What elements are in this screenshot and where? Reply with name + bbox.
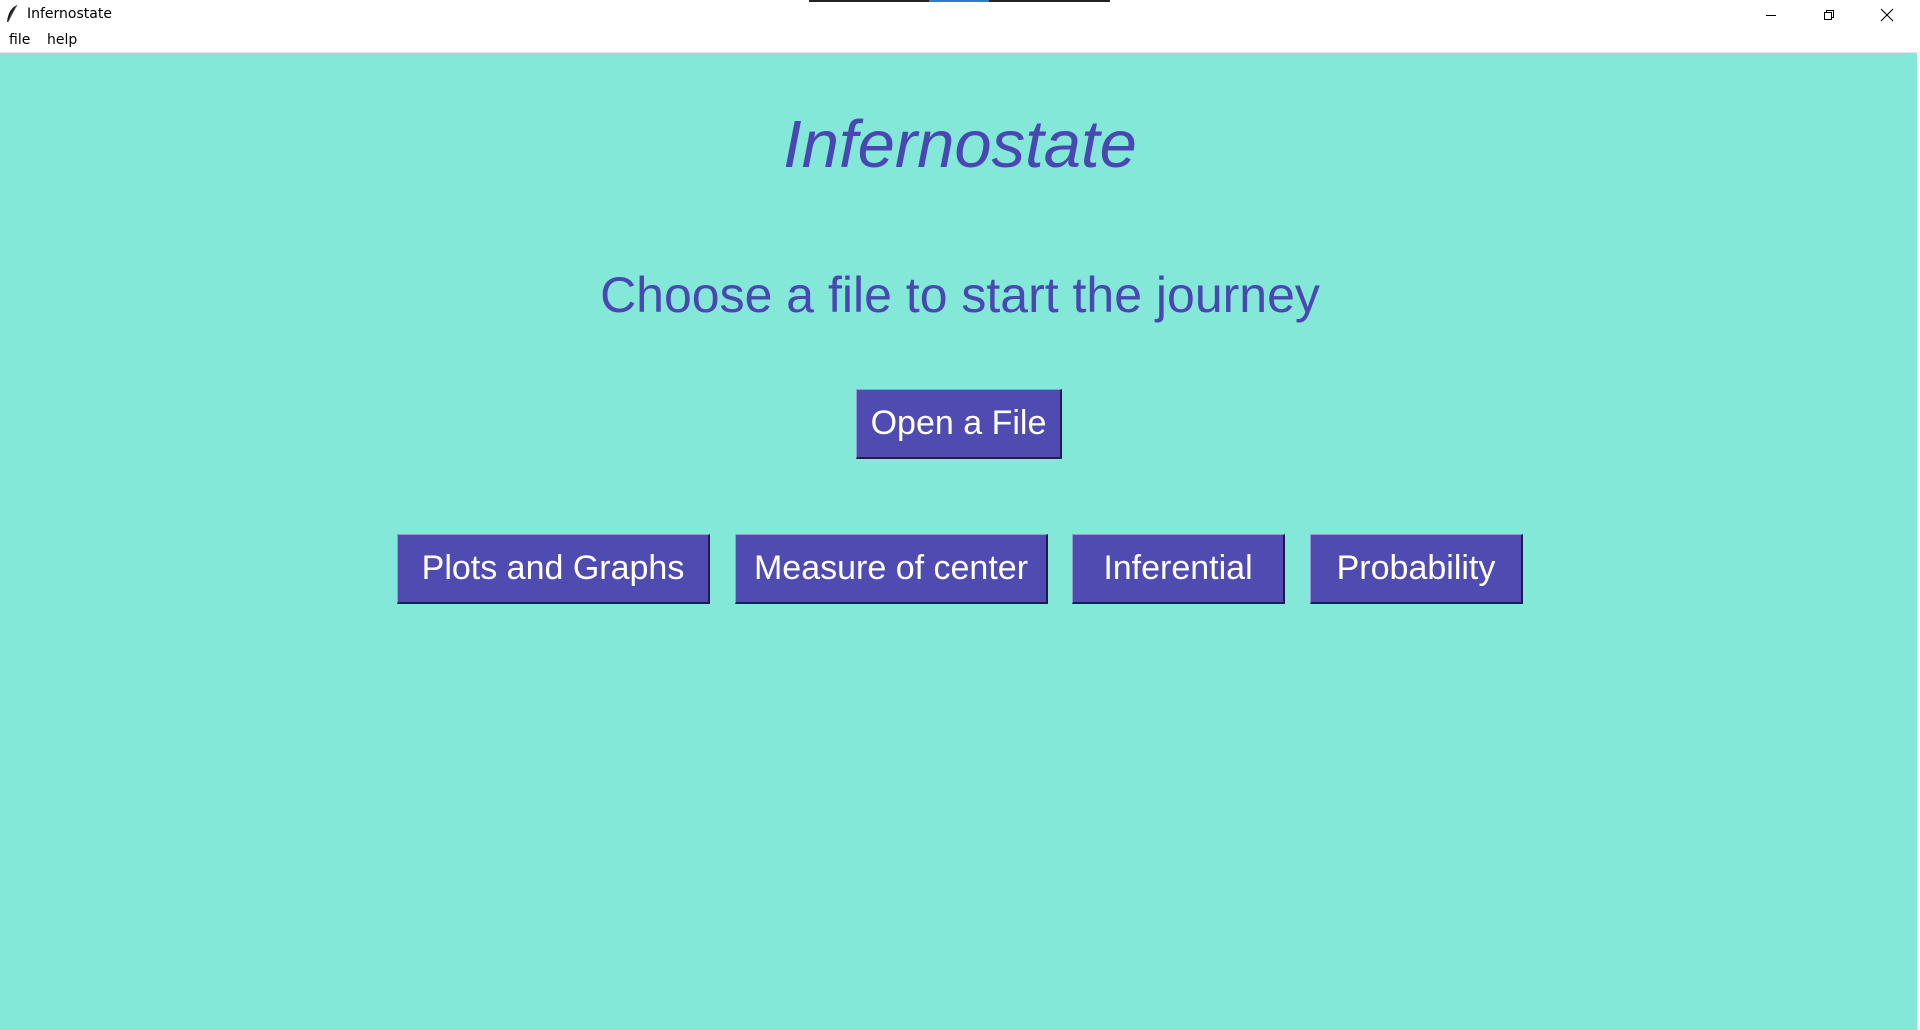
drag-indicator-accent bbox=[929, 0, 989, 2]
measure-of-center-button[interactable]: Measure of center bbox=[735, 534, 1048, 604]
minimize-icon bbox=[1765, 9, 1777, 21]
menu-bar: file help bbox=[0, 29, 1920, 53]
close-button[interactable] bbox=[1858, 0, 1916, 29]
main-panel: Infernostate Choose a file to start the … bbox=[0, 53, 1920, 1030]
window-title: Infernostate bbox=[27, 6, 112, 22]
feather-icon bbox=[5, 4, 19, 24]
inferential-button[interactable]: Inferential bbox=[1072, 534, 1285, 604]
restore-button[interactable] bbox=[1800, 0, 1858, 29]
open-file-button[interactable]: Open a File bbox=[856, 389, 1062, 459]
minimize-button[interactable] bbox=[1742, 0, 1800, 29]
probability-button[interactable]: Probability bbox=[1310, 534, 1523, 604]
title-bar[interactable]: Infernostate bbox=[0, 0, 1920, 29]
subtitle: Choose a file to start the journey bbox=[600, 267, 1320, 323]
plots-and-graphs-button[interactable]: Plots and Graphs bbox=[397, 534, 710, 604]
menu-help[interactable]: help bbox=[45, 32, 79, 48]
close-icon bbox=[1880, 8, 1894, 22]
restore-icon bbox=[1823, 9, 1835, 21]
app-title: Infernostate bbox=[783, 107, 1137, 182]
menu-file[interactable]: file bbox=[7, 32, 32, 48]
